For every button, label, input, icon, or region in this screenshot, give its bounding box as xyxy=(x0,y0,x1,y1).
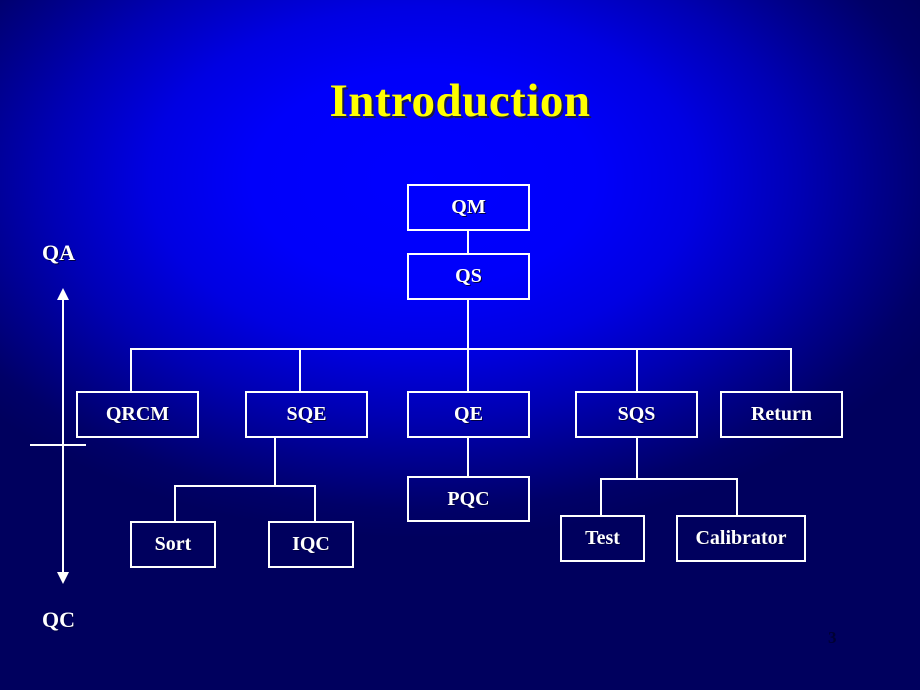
connector-drop-sqe xyxy=(299,348,301,391)
node-iqc[interactable]: IQC xyxy=(268,521,354,568)
connector-drop-sort xyxy=(174,485,176,521)
connector-bus-level2 xyxy=(130,348,792,350)
page-number: 3 xyxy=(828,628,837,647)
node-qm[interactable]: QM xyxy=(407,184,530,231)
node-qe[interactable]: QE xyxy=(407,391,530,438)
node-calibrator[interactable]: Calibrator xyxy=(676,515,806,562)
connector-qm-qs xyxy=(467,231,469,253)
node-sqs[interactable]: SQS xyxy=(575,391,698,438)
slide-canvas: Introduction QM QS QRCM SQE QE SQS Retur… xyxy=(0,0,920,690)
connector-sqs-bus xyxy=(636,438,638,478)
arrow-down-icon xyxy=(57,572,69,584)
connector-drop-qrcm xyxy=(130,348,132,391)
connector-drop-qe xyxy=(467,348,469,391)
connector-drop-return xyxy=(790,348,792,391)
connector-drop-iqc xyxy=(314,485,316,521)
connector-drop-test xyxy=(600,478,602,515)
axis-shaft xyxy=(62,298,64,576)
page-title: Introduction xyxy=(329,75,591,127)
node-sort[interactable]: Sort xyxy=(130,521,216,568)
connector-bus-sqe-children xyxy=(174,485,316,487)
node-pqc[interactable]: PQC xyxy=(407,476,530,522)
axis-label-qa: QA xyxy=(42,240,75,265)
node-return[interactable]: Return xyxy=(720,391,843,438)
connector-qs-bus xyxy=(467,300,469,348)
node-test[interactable]: Test xyxy=(560,515,645,562)
connector-drop-calibrator xyxy=(736,478,738,515)
connector-bus-sqs-children xyxy=(600,478,738,480)
node-qrcm[interactable]: QRCM xyxy=(76,391,199,438)
axis-tick-mark xyxy=(30,444,86,446)
node-qs[interactable]: QS xyxy=(407,253,530,300)
connector-qe-pqc xyxy=(467,438,469,476)
arrow-up-icon xyxy=(57,288,69,300)
connector-drop-sqs xyxy=(636,348,638,391)
axis-label-qc: QC xyxy=(42,607,75,632)
node-sqe[interactable]: SQE xyxy=(245,391,368,438)
connector-sqe-bus xyxy=(274,438,276,485)
